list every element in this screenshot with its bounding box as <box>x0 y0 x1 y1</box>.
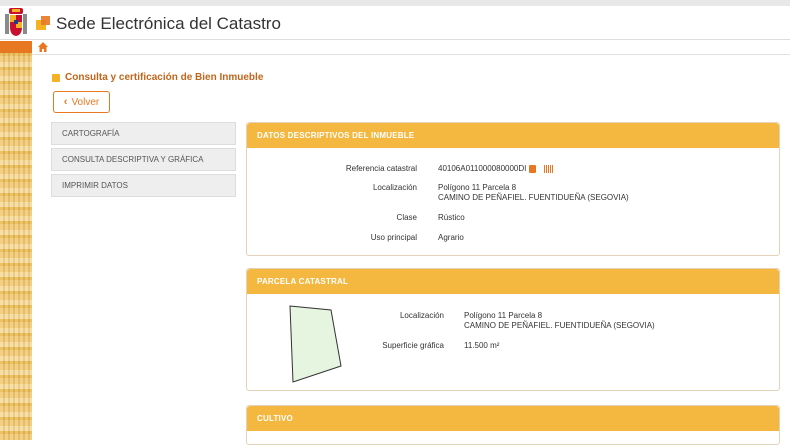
catastro-logo-icon <box>36 16 50 30</box>
parcela-loc-label: Localización <box>399 311 444 320</box>
chevron-left-icon: ‹ <box>63 96 68 108</box>
parcela-loc-line1: Polígono 11 Parcela 8 <box>464 311 543 320</box>
uso-label: Uso principal <box>370 233 417 242</box>
site-header: Sede Electrónica del Catastro <box>0 6 790 40</box>
ref-value: 40106A011000080000DI <box>438 164 554 173</box>
app-title: Sede Electrónica del Catastro <box>56 14 281 33</box>
parcela-loc-line2: CAMINO DE PEÑAFIEL. FUENTIDUEÑA (SEGOVIA… <box>464 321 655 330</box>
uso-value: Agrario <box>438 233 464 242</box>
side-menu: CARTOGRAFÍA CONSULTA DESCRIPTIVA Y GRÁFI… <box>51 122 236 200</box>
page-title-text: Consulta y certificación de Bien Inmuebl… <box>65 72 264 83</box>
superficie-value: 11.500 m² <box>464 341 500 350</box>
clase-value: Rústico <box>438 213 465 222</box>
loc-line2: CAMINO DE PEÑAFIEL. FUENTIDUEÑA (SEGOVIA… <box>438 193 629 202</box>
menu-item-cartografia[interactable]: CARTOGRAFÍA <box>51 122 236 145</box>
menu-item-imprimir[interactable]: IMPRIMIR DATOS <box>51 174 236 197</box>
copy-icon[interactable] <box>529 164 537 173</box>
side-accent-bar <box>0 41 32 53</box>
heading-marker-icon <box>52 73 60 82</box>
panel-title: CULTIVO <box>247 406 779 431</box>
menu-item-consulta[interactable]: CONSULTA DESCRIPTIVA Y GRÁFICA <box>51 148 236 171</box>
ref-value-text: 40106A011000080000DI <box>438 164 527 173</box>
back-button-label: Volver <box>71 96 100 108</box>
panel-title: DATOS DESCRIPTIVOS DEL INMUEBLE <box>247 123 779 148</box>
home-icon[interactable] <box>38 42 48 52</box>
superficie-label: Superficie gráfica <box>382 341 444 350</box>
coat-of-arms-icon <box>5 8 27 36</box>
page-title: Consulta y certificación de Bien Inmuebl… <box>52 72 263 83</box>
loc-label: Localización <box>372 183 417 192</box>
breadcrumb <box>32 41 790 55</box>
cultivo-panel: CULTIVO <box>246 405 780 445</box>
ref-label: Referencia catastral <box>345 164 417 173</box>
side-banner-image <box>0 53 32 440</box>
barcode-icon[interactable] <box>544 164 554 173</box>
parcela-catastral-panel: PARCELA CATASTRAL Localización Polígono … <box>246 268 780 391</box>
loc-line1: Polígono 11 Parcela 8 <box>438 183 517 192</box>
panel-title: PARCELA CATASTRAL <box>247 269 779 294</box>
clase-label: Clase <box>396 213 417 222</box>
datos-descriptivos-panel: DATOS DESCRIPTIVOS DEL INMUEBLE Referenc… <box>246 122 780 256</box>
back-button[interactable]: ‹ Volver <box>53 91 110 113</box>
